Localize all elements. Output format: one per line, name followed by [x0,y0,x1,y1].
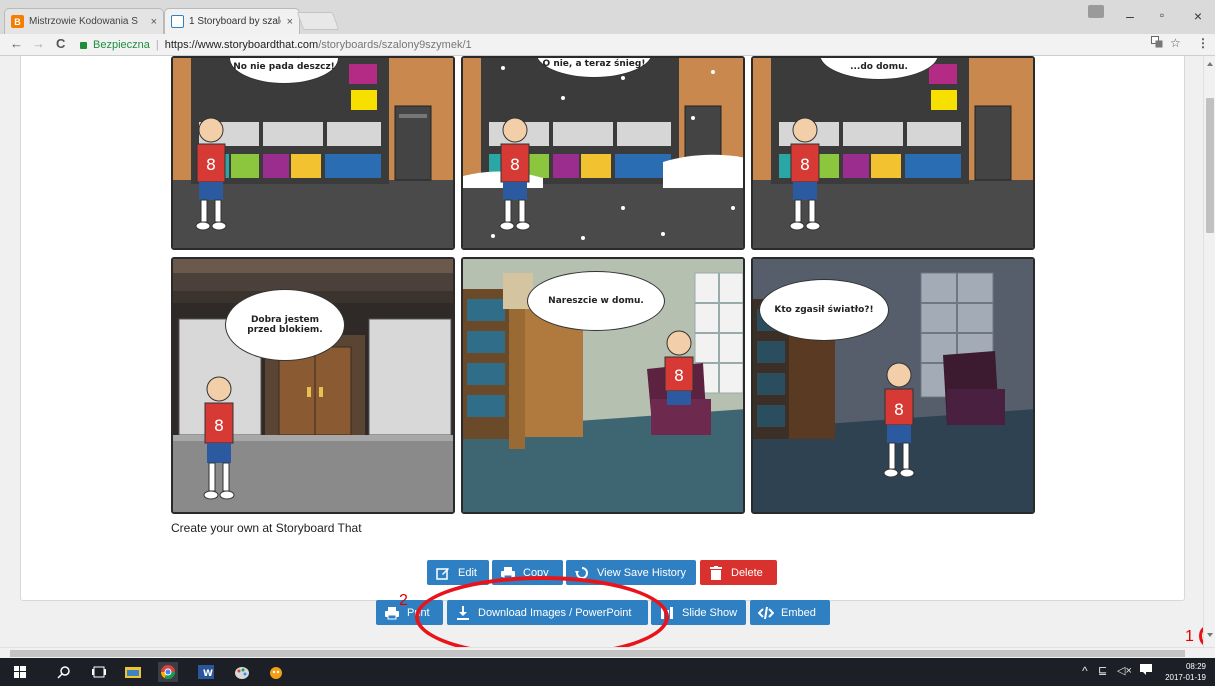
word-icon[interactable]: W [196,662,216,682]
task-view-icon[interactable] [89,662,109,682]
svg-text:8: 8 [894,400,904,419]
horizontal-scrollbar[interactable] [0,647,1215,658]
trash-icon [708,565,724,581]
code-icon [758,605,774,621]
profile-icon[interactable] [1088,5,1104,18]
storyboard-panel-1[interactable]: 8 No nie pada deszcz! [171,56,455,250]
close-tab-icon[interactable]: × [287,16,293,28]
scroll-down-icon[interactable] [1207,633,1213,637]
lock-icon [80,42,87,49]
horizontal-scroll-thumb[interactable] [10,650,1185,657]
pencil-icon [435,565,451,581]
tab-strip: B Mistrzowie Kodowania S × 1 Storyboard … [0,0,1215,34]
svg-text:8: 8 [206,155,216,174]
storyboard-panel-3[interactable]: 8 ...do domu. [751,56,1035,250]
speech-bubble: Kto zgasił światło?! [759,279,889,341]
delete-label: Delete [731,566,763,579]
printer-icon [384,605,400,621]
address-bar[interactable]: Bezpieczna | https://www.storyboardthat.… [80,35,1180,54]
storyboard-panel-4[interactable]: 8 Dobra jestem przed blokiem. [171,257,455,514]
search-icon[interactable] [54,662,74,682]
minimize-button[interactable]: – [1118,8,1142,24]
new-tab-button[interactable] [296,12,340,30]
blogger-icon: B [11,15,24,28]
maximize-button[interactable]: ▫ [1150,8,1174,22]
bookmark-star-icon[interactable]: ☆ [1170,36,1181,50]
tab-mistrzowie[interactable]: B Mistrzowie Kodowania S × [4,8,164,34]
volume-icon[interactable]: ◁× [1117,664,1132,677]
vertical-scrollbar[interactable] [1203,56,1215,647]
delete-button[interactable]: Delete [700,560,777,585]
browser-toolbar: ← → C Bezpieczna | https://www.storyboar… [0,34,1215,56]
storyboard-panel-2[interactable]: 8 O nie, a teraz śnieg! [461,56,745,250]
close-window-button[interactable]: × [1186,8,1210,24]
paint-icon[interactable] [232,662,252,682]
reload-button[interactable]: C [56,36,65,51]
slide-show-label: Slide Show [682,606,738,619]
screen: B Mistrzowie Kodowania S × 1 Storyboard … [0,0,1215,686]
menu-icon[interactable]: ⋮ [1197,36,1209,50]
translate-icon[interactable] [1151,36,1163,51]
clock-date: 2017-01-19 [1165,673,1206,682]
speech-bubble: Nareszcie w domu. [527,271,665,331]
network-icon[interactable]: ⊑ [1098,664,1107,677]
secure-label: Bezpieczna [93,38,150,51]
svg-text:8: 8 [214,416,224,435]
svg-text:8: 8 [510,155,520,174]
svg-text:8: 8 [800,155,810,174]
create-your-own-link[interactable]: Create your own at Storyboard That [171,521,362,535]
storyboard-panel-5[interactable]: 8 Nareszcie w domu. [461,257,745,514]
chevron-up-icon[interactable]: ^ [1082,664,1088,678]
scroll-up-icon[interactable] [1207,62,1213,66]
close-tab-icon[interactable]: × [151,16,157,28]
tab-storyboard[interactable]: 1 Storyboard by szalony × [164,8,300,34]
file-explorer-icon[interactable] [123,662,143,682]
notification-icon[interactable] [1140,664,1152,678]
chrome-icon[interactable] [158,662,178,682]
back-button[interactable]: ← [10,36,23,51]
storyboard-panel-6[interactable]: 8 Kto zgasił światło?! [751,257,1035,514]
url-host: https://www.storyboardthat.com [164,38,319,51]
svg-text:8: 8 [674,366,684,385]
edit-label: Edit [458,566,477,579]
annotation-number-2: 2 [399,592,408,609]
annotation-number-1: 1 [1185,628,1194,645]
svg-text:W: W [203,669,213,679]
forward-button[interactable]: → [32,36,45,51]
divider: | [155,38,159,51]
clock-time: 08:29 [1185,662,1206,671]
url-path: /storyboards/szalony9szymek/1 [318,38,472,51]
taskbar-clock[interactable]: 08:29 2017-01-19 [1156,661,1206,683]
page-viewport: 8 No nie pada deszcz! 8 O nie, a teraz ś… [0,56,1203,647]
windows-start-icon[interactable] [10,662,30,682]
tab-title: Mistrzowie Kodowania S [29,16,138,27]
vertical-scroll-thumb[interactable] [1206,98,1214,233]
view-save-history-label: View Save History [597,566,687,579]
url-text: https://www.storyboardthat.com/storyboar… [165,39,472,51]
embed-button[interactable]: Embed [750,600,830,625]
embed-label: Embed [781,606,816,619]
tab-title: 1 Storyboard by szalony [189,16,281,27]
speech-bubble: Dobra jestem przed blokiem. [225,289,345,361]
annotation-ellipse [415,576,669,658]
scratch-cat-icon[interactable] [266,662,286,682]
windows-taskbar: W ^ ⊑ ◁× 08:29 2017-01-19 [0,658,1215,686]
storyboard-icon [171,15,184,28]
